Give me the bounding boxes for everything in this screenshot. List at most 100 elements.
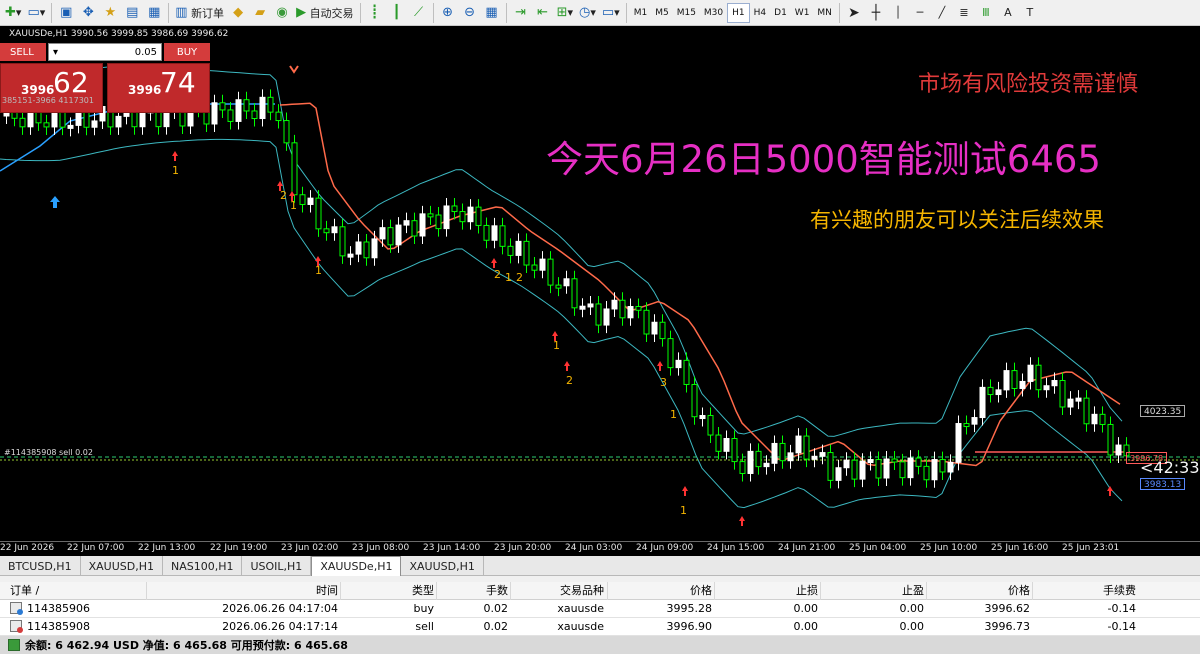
toolbar-divider	[359, 2, 361, 23]
market-watch-button[interactable]: ▣	[55, 2, 77, 24]
candle-body	[851, 459, 858, 480]
timeframe-m5[interactable]: M5	[651, 3, 673, 23]
col-commission[interactable]: 手续费	[1034, 582, 1136, 600]
line-chart-button[interactable]: ⟋	[408, 2, 430, 24]
zoom-in-button[interactable]: ⊕	[437, 2, 459, 24]
lot-down-icon[interactable]: ▾	[53, 47, 58, 58]
candle-body	[43, 122, 50, 128]
col-price[interactable]: 价格	[610, 582, 712, 600]
timeframe-mn[interactable]: MN	[813, 3, 836, 23]
candle-body	[531, 264, 538, 271]
metaeditor-button[interactable]: ◆	[227, 2, 249, 24]
candle-body	[827, 452, 834, 481]
autoscroll-button[interactable]: ⇥	[510, 2, 532, 24]
candle-body	[467, 206, 474, 223]
table-row[interactable]: 114385906 2026.06.26 04:17:04 buy 0.02 x…	[0, 600, 1200, 618]
sell-price-button[interactable]: 3996 62	[0, 63, 103, 113]
headline-text: 今天6月26日5000智能测试6465	[546, 138, 1101, 181]
chart-tab[interactable]: BTCUSD,H1	[0, 556, 81, 576]
candle-body	[419, 213, 426, 237]
col-order[interactable]: 订单 /	[10, 582, 130, 600]
chart-tab[interactable]: XAUUSDe,H1	[311, 556, 402, 576]
chart-tab[interactable]: NAS100,H1	[163, 556, 243, 576]
candle-body	[555, 284, 562, 289]
candle-body	[339, 226, 346, 257]
bar-chart-button[interactable]: ┋	[364, 2, 386, 24]
timeframe-w1[interactable]: W1	[791, 3, 814, 23]
candle-body	[235, 99, 242, 122]
col-current-price[interactable]: 价格	[928, 582, 1030, 600]
candle-body	[67, 124, 74, 129]
candle-body	[211, 102, 218, 125]
table-row[interactable]: 114385908 2026.06.26 04:17:14 sell 0.02 …	[0, 618, 1200, 636]
tile-windows-button[interactable]: ▦	[481, 2, 503, 24]
profiles-button[interactable]: ▭ ▾	[24, 2, 48, 24]
chart-shift-button[interactable]: ⇤	[532, 2, 554, 24]
col-symbol[interactable]: 交易品种	[512, 582, 604, 600]
col-volume[interactable]: 手数	[440, 582, 508, 600]
time-axis-label: 23 Jun 14:00	[423, 543, 481, 553]
trendline-button[interactable]: ╱	[931, 2, 953, 24]
horizontal-line-icon: ─	[916, 6, 924, 19]
candle-body	[1115, 444, 1122, 456]
chart-tab[interactable]: XAUUSD,H1	[81, 556, 163, 576]
candle-body	[595, 303, 602, 326]
sell-button[interactable]: SELL	[0, 43, 46, 61]
timeframe-h4[interactable]: H4	[750, 3, 771, 23]
time-axis-label: 25 Jun 10:00	[920, 543, 978, 553]
candle-body	[1107, 423, 1114, 456]
gold-bars-icon: ▰	[255, 5, 266, 20]
chart-tab[interactable]: XAUUSD,H1	[401, 556, 484, 576]
timeframe-d1[interactable]: D1	[770, 3, 791, 23]
chart-tab[interactable]: USOIL,H1	[242, 556, 312, 576]
indicators-button[interactable]: ⊞ ▾	[554, 2, 576, 24]
buy-price-button[interactable]: 3996 74	[107, 63, 210, 113]
signal-count: 2	[516, 271, 523, 284]
new-chart-button[interactable]: ✚ ▾	[2, 2, 24, 24]
col-tp[interactable]: 止盈	[822, 582, 924, 600]
vertical-line-button[interactable]: │	[887, 2, 909, 24]
time-axis-label: 22 Jun 13:00	[138, 543, 196, 553]
buy-button[interactable]: BUY	[164, 43, 210, 61]
templates-button[interactable]: ▭ ▾	[599, 2, 623, 24]
order-type: buy	[413, 601, 434, 615]
terminal-button[interactable]: ▤	[121, 2, 143, 24]
time-axis-label: 23 Jun 02:00	[281, 543, 339, 553]
price-chart[interactable]: 121121212311 XAUUSDe,H1 3990.56 3999.85 …	[0, 26, 1200, 556]
col-time[interactable]: 时间	[150, 582, 338, 600]
fibo-button[interactable]: Ⅲ	[975, 2, 997, 24]
timeframe-m1[interactable]: M1	[630, 3, 652, 23]
crosshair-button[interactable]: ┼	[865, 2, 887, 24]
label-button[interactable]: T	[1019, 2, 1041, 24]
signal-count: 1	[505, 271, 512, 284]
timeframe-h1[interactable]: H1	[727, 2, 750, 23]
navigator-button[interactable]: ★	[99, 2, 121, 24]
candle-body	[563, 278, 570, 287]
community-button[interactable]: ◉	[271, 2, 293, 24]
trading-button[interactable]: ▰	[249, 2, 271, 24]
col-type[interactable]: 类型	[342, 582, 434, 600]
signal-count: 1	[290, 199, 297, 212]
candle-body	[627, 306, 634, 319]
col-sl[interactable]: 止损	[716, 582, 818, 600]
periods-button[interactable]: ◷ ▾	[576, 2, 599, 24]
timeframe-m30[interactable]: M30	[700, 3, 727, 23]
tester-button[interactable]: ▦	[143, 2, 165, 24]
market-watch-icon: ▣	[60, 5, 73, 20]
candle-body	[451, 205, 458, 213]
timeframe-m15[interactable]: M15	[673, 3, 700, 23]
new-order-button[interactable]: ▥ 新订单	[172, 2, 227, 24]
text-button[interactable]: A	[997, 2, 1019, 24]
position-line-label[interactable]: #114385908 sell 0.02	[4, 448, 93, 457]
channel-button[interactable]: ≣	[953, 2, 975, 24]
candle-body	[651, 321, 658, 335]
data-window-button[interactable]: ✥	[77, 2, 99, 24]
cursor-button[interactable]: ➤	[843, 2, 865, 24]
one-click-trading-panel: SELL ▾ 0.05 BUY 3996 62 3996 74	[0, 43, 210, 117]
main-toolbar: ✚ ▾ ▭ ▾ ▣ ✥ ★ ▤ ▦ ▥ 新订单 ◆ ▰ ◉ ▶ 自动交易 ┋ ┃ ⟋…	[0, 0, 1200, 26]
lot-size-input[interactable]: ▾ 0.05	[48, 43, 162, 61]
zoom-out-button[interactable]: ⊖	[459, 2, 481, 24]
candle-chart-button[interactable]: ┃	[386, 2, 408, 24]
autotrade-button[interactable]: ▶ 自动交易	[293, 2, 357, 24]
horizontal-line-button[interactable]: ─	[909, 2, 931, 24]
